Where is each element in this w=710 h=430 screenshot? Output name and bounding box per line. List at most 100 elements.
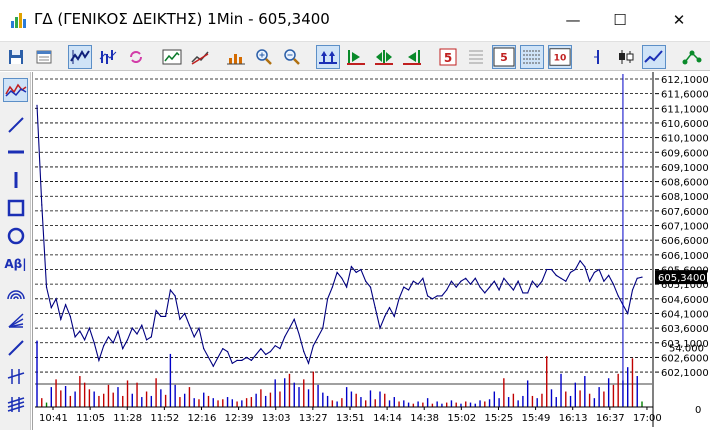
price-tick-label: 603,6000 bbox=[661, 324, 709, 335]
scroll-end-icon[interactable] bbox=[344, 45, 368, 69]
price-point bbox=[231, 362, 233, 364]
grid-toggle-icon[interactable] bbox=[464, 45, 488, 69]
candlestick-icon[interactable] bbox=[614, 45, 638, 69]
price-point bbox=[403, 286, 405, 288]
period-10-label: 10 bbox=[554, 53, 567, 64]
line-style-icon[interactable] bbox=[642, 45, 666, 69]
zoom-in-icon[interactable] bbox=[252, 45, 276, 69]
price-point bbox=[250, 359, 252, 361]
price-point bbox=[393, 315, 395, 317]
scroll-start-icon[interactable] bbox=[400, 45, 424, 69]
split-view-icon[interactable] bbox=[316, 45, 340, 69]
price-point bbox=[469, 283, 472, 285]
chart-canvas[interactable]: 612,1000 611,6000 611,1000 610,6000 610,1000… bbox=[31, 72, 710, 430]
connect-points-icon[interactable] bbox=[680, 45, 704, 69]
price-tick-label: 608,6000 bbox=[661, 178, 709, 189]
price-point bbox=[131, 327, 133, 329]
price-point bbox=[60, 318, 62, 320]
price-point bbox=[608, 274, 610, 276]
refresh-icon[interactable] bbox=[124, 45, 148, 69]
parallel-lines-tool-icon[interactable] bbox=[3, 364, 28, 388]
vertical-line-tool-icon[interactable] bbox=[3, 168, 28, 192]
price-point bbox=[455, 286, 457, 288]
period-510-icon[interactable]: 10 bbox=[548, 45, 572, 69]
fan-lines-tool-icon[interactable] bbox=[3, 308, 28, 332]
text-tool-icon[interactable]: Aβ| bbox=[3, 252, 28, 276]
price-tick-label: 606,6000 bbox=[661, 236, 709, 247]
price-point bbox=[641, 276, 643, 278]
price-point bbox=[317, 336, 319, 338]
rectangle-tool-icon[interactable] bbox=[3, 196, 28, 220]
price-point bbox=[579, 260, 581, 262]
time-tick-label: 16:13 bbox=[559, 413, 588, 424]
volume-tick-label: 54.000 bbox=[669, 343, 704, 354]
horizontal-line-tool-icon[interactable] bbox=[3, 140, 28, 164]
price-point bbox=[150, 336, 152, 338]
price-point bbox=[603, 280, 605, 282]
drawing-tools-sidebar: Aβ| bbox=[0, 72, 31, 430]
trend-analysis-icon[interactable] bbox=[188, 45, 212, 69]
price-point bbox=[107, 336, 110, 338]
price-point bbox=[541, 280, 543, 282]
price-tick-label: 607,1000 bbox=[661, 222, 709, 233]
properties-icon[interactable] bbox=[32, 45, 56, 69]
price-point bbox=[312, 345, 314, 347]
price-point bbox=[279, 348, 281, 350]
price-point bbox=[64, 304, 67, 306]
ellipse-tool-icon[interactable] bbox=[3, 224, 28, 248]
price-point bbox=[293, 318, 295, 320]
time-tick-label: 16:37 bbox=[596, 413, 625, 424]
price-point bbox=[112, 342, 114, 344]
zoom-out-icon[interactable] bbox=[280, 45, 304, 69]
period-5-icon[interactable]: 5 bbox=[436, 45, 460, 69]
price-tick-label: 610,6000 bbox=[661, 119, 709, 130]
grid-lines-icon[interactable] bbox=[520, 45, 544, 69]
time-tick-label: 14:38 bbox=[410, 413, 439, 424]
price-point bbox=[550, 268, 553, 271]
channel-tool-icon[interactable] bbox=[3, 392, 28, 416]
diagonal-line-tool-icon[interactable] bbox=[3, 336, 28, 360]
price-point bbox=[484, 292, 486, 294]
price-point bbox=[50, 307, 52, 309]
price-point bbox=[41, 204, 43, 206]
cursor-line-icon[interactable] bbox=[586, 45, 610, 69]
price-point bbox=[617, 295, 619, 297]
time-tick-label: 12:39 bbox=[225, 413, 254, 424]
time-tick-label: 15:02 bbox=[447, 413, 476, 424]
price-point bbox=[98, 359, 100, 361]
indicator-icon[interactable] bbox=[160, 45, 184, 69]
price-point bbox=[198, 327, 200, 329]
price-point bbox=[288, 327, 291, 329]
price-point bbox=[155, 309, 157, 312]
volume-icon[interactable] bbox=[224, 45, 248, 69]
price-point bbox=[555, 274, 557, 276]
price-point bbox=[365, 280, 367, 282]
price-point bbox=[474, 277, 476, 279]
price-point bbox=[536, 286, 538, 288]
price-volume-chart[interactable]: 612,1000 611,6000 611,1000 610,6000 610,1000… bbox=[31, 72, 710, 430]
fibonacci-arcs-tool-icon[interactable] bbox=[3, 280, 28, 304]
price-point bbox=[488, 286, 491, 288]
save-icon[interactable] bbox=[4, 45, 28, 69]
price-point bbox=[341, 277, 343, 279]
price-point bbox=[36, 104, 38, 106]
price-point bbox=[588, 280, 591, 282]
price-point bbox=[355, 271, 357, 274]
maximize-button[interactable]: ☐ bbox=[597, 0, 643, 40]
period-5-alt-label: 5 bbox=[500, 51, 508, 64]
price-point bbox=[560, 277, 562, 279]
period-10-icon[interactable]: 5 bbox=[492, 45, 516, 69]
price-tick-label: 609,1000 bbox=[661, 163, 709, 174]
chart-style-icon[interactable] bbox=[3, 78, 28, 102]
minimize-button[interactable]: — bbox=[550, 0, 596, 40]
line-chart-mode-icon[interactable] bbox=[68, 45, 92, 69]
scroll-both-icon[interactable] bbox=[372, 45, 396, 69]
close-button[interactable]: ✕ bbox=[656, 0, 702, 40]
price-point bbox=[122, 348, 124, 350]
price-tick-label: 604,1000 bbox=[661, 309, 709, 320]
price-point bbox=[207, 356, 210, 359]
trendline-tool-icon[interactable] bbox=[3, 113, 28, 137]
price-point bbox=[165, 315, 167, 317]
bar-chart-mode-icon[interactable] bbox=[96, 45, 120, 69]
price-point bbox=[465, 277, 467, 279]
